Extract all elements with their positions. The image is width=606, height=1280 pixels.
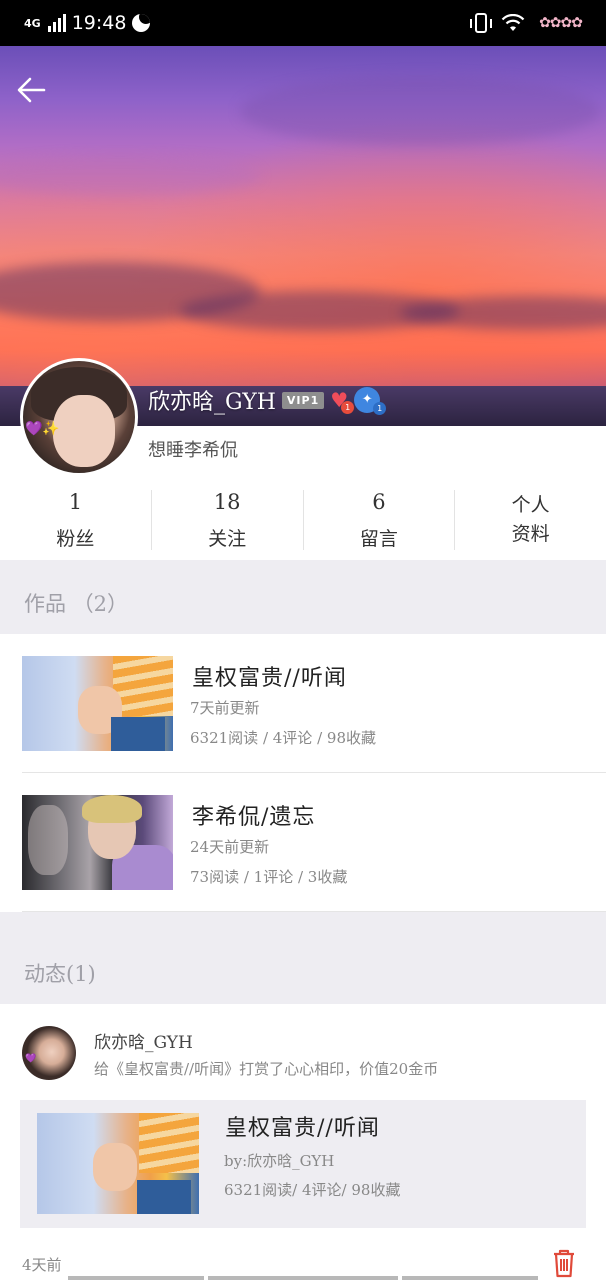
- feed-avatar[interactable]: 💜: [22, 1026, 76, 1080]
- messages-label: 留言: [359, 527, 398, 550]
- heart-badge-count: 1: [341, 401, 355, 414]
- messages-count: 6: [372, 489, 386, 514]
- profile-info-line1: 个人: [511, 493, 550, 516]
- sparkle-heart-icon: 💜: [25, 1054, 37, 1064]
- do-not-disturb-icon: [132, 14, 151, 32]
- stat-fans[interactable]: 1 粉丝: [0, 490, 152, 550]
- work-title: 皇权富贵//听闻: [192, 666, 347, 691]
- username: 欣亦晗_GYH: [148, 390, 276, 415]
- network-label: 4G: [24, 16, 41, 30]
- fans-label: 粉丝: [56, 527, 95, 550]
- following-label: 关注: [208, 527, 247, 550]
- work-item[interactable]: 李希侃/遗忘 24天前更新 73阅读 / 1评论 / 3收藏: [22, 773, 606, 912]
- vibrate-icon: [470, 13, 493, 33]
- clock: 19:48: [71, 12, 127, 34]
- work-updated: 24天前更新: [190, 838, 270, 856]
- works-section-header: 作品 （2）: [0, 560, 606, 634]
- card-title: 皇权富贵//听闻: [225, 1116, 380, 1141]
- bottom-scroll-indicator: [0, 1276, 606, 1280]
- card-author: by:欣亦晗_GYH: [224, 1152, 335, 1170]
- feed-username[interactable]: 欣亦晗_GYH: [94, 1028, 193, 1053]
- card-stats: 6321阅读/ 4评论/ 98收藏: [224, 1181, 401, 1199]
- fans-count: 1: [68, 489, 83, 514]
- work-cover-image: [22, 795, 173, 890]
- work-stats: 73阅读 / 1评论 / 3收藏: [190, 868, 348, 886]
- feed-text: 给《皇权富贵//听闻》打赏了心心相印，价值20金币: [94, 1060, 439, 1078]
- work-updated: 7天前更新: [190, 699, 260, 717]
- feed-time: 4天前: [22, 1256, 62, 1274]
- works-title: 作品 （2）: [24, 592, 129, 616]
- card-cover-image: [37, 1113, 199, 1214]
- work-title: 李希侃/遗忘: [192, 805, 316, 830]
- user-signature: 想睡李希侃: [148, 440, 238, 461]
- work-stats: 6321阅读 / 4评论 / 98收藏: [190, 729, 376, 747]
- work-item[interactable]: 皇权富贵//听闻 7天前更新 6321阅读 / 4评论 / 98收藏: [22, 634, 606, 773]
- medal-badge-icon[interactable]: ✦ 1: [354, 387, 387, 415]
- sparkle-heart-icon: 💜✨: [25, 421, 60, 437]
- stat-messages[interactable]: 6 留言: [304, 490, 456, 550]
- wifi-icon: [501, 14, 525, 31]
- feed-work-card[interactable]: 皇权富贵//听闻 by:欣亦晗_GYH 6321阅读/ 4评论/ 98收藏: [20, 1100, 586, 1228]
- following-count: 18: [213, 489, 241, 514]
- heart-badge-icon[interactable]: ♥ 1: [330, 388, 355, 414]
- stat-following[interactable]: 18 关注: [152, 490, 304, 550]
- status-bar: 4G 19:48 ✿✿✿✿: [0, 0, 606, 46]
- works-list: 皇权富贵//听闻 7天前更新 6321阅读 / 4评论 / 98收藏 李希侃/遗…: [0, 634, 606, 912]
- vip-badge[interactable]: VIP1: [281, 391, 325, 409]
- stats-bar: 1 粉丝 18 关注 6 留言 个人 资料: [0, 480, 606, 560]
- stat-profile-info[interactable]: 个人 资料: [455, 490, 606, 550]
- battery-icon: ✿✿✿✿: [539, 15, 583, 31]
- feed-section-header: 动态(1): [0, 912, 606, 1004]
- signal-icon: [47, 14, 66, 32]
- back-arrow-icon[interactable]: [14, 72, 50, 108]
- feed-item: 💜 欣亦晗_GYH 给《皇权富贵//听闻》打赏了心心相印，价值20金币 皇权富贵…: [0, 1004, 606, 1280]
- trash-icon[interactable]: [551, 1248, 577, 1278]
- profile-info-line2: 资料: [511, 523, 550, 545]
- feed-title: 动态(1): [24, 962, 96, 986]
- user-avatar[interactable]: 💜✨: [20, 358, 138, 476]
- work-cover-image: [22, 656, 173, 751]
- username-row: 欣亦晗_GYH VIP1 ♥ 1 ✦ 1: [148, 384, 387, 416]
